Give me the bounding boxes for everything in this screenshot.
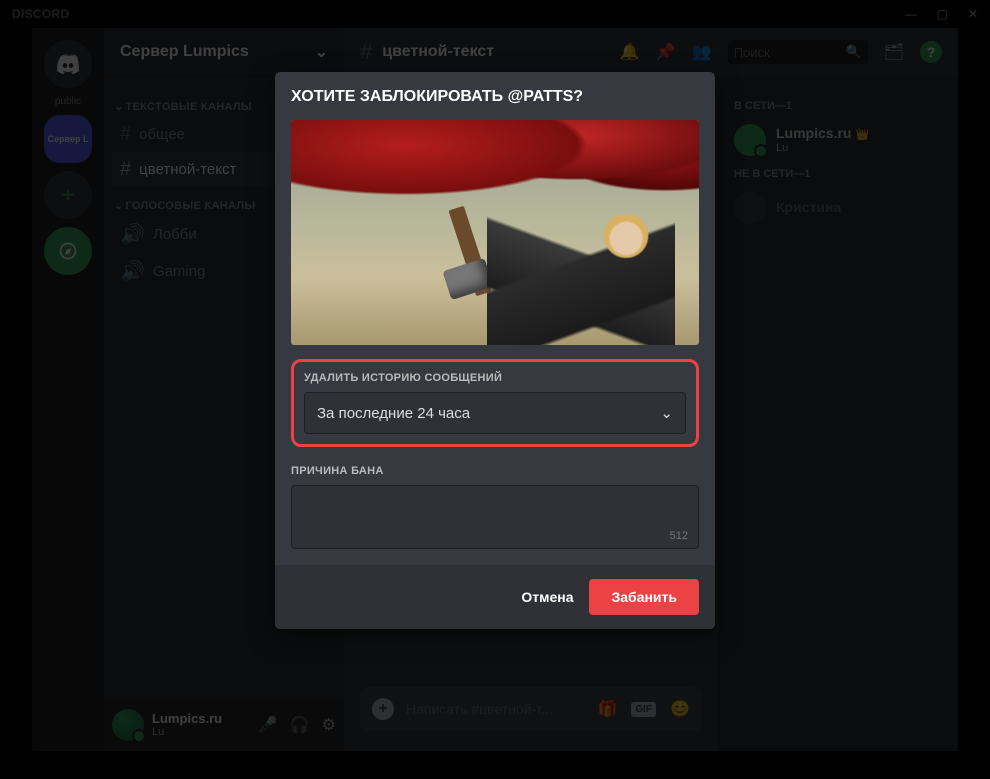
modal-footer: Отмена Забанить xyxy=(275,565,715,629)
ban-animation-gif xyxy=(291,120,699,345)
modal-overlay[interactable]: ХОТИТЕ ЗАБЛОКИРОВАТЬ @PATTS? УДАЛИТЬ ИСТ… xyxy=(0,0,990,779)
ban-button[interactable]: Забанить xyxy=(589,579,699,615)
ban-modal: ХОТИТЕ ЗАБЛОКИРОВАТЬ @PATTS? УДАЛИТЬ ИСТ… xyxy=(275,72,715,629)
ban-reason-label: ПРИЧИНА БАНА xyxy=(291,465,699,477)
modal-title: ХОТИТЕ ЗАБЛОКИРОВАТЬ @PATTS? xyxy=(291,88,699,106)
delete-history-section-highlight: УДАЛИТЬ ИСТОРИЮ СООБЩЕНИЙ За последние 2… xyxy=(291,359,699,447)
chevron-down-icon: ⌄ xyxy=(660,404,673,422)
char-counter: 512 xyxy=(670,530,688,542)
dropdown-selected-value: За последние 24 часа xyxy=(317,405,470,422)
delete-history-label: УДАЛИТЬ ИСТОРИЮ СООБЩЕНИЙ xyxy=(304,372,686,384)
cancel-button[interactable]: Отмена xyxy=(521,589,573,605)
delete-history-dropdown[interactable]: За последние 24 часа ⌄ xyxy=(304,392,686,434)
ban-reason-textarea[interactable]: 512 xyxy=(291,485,699,549)
